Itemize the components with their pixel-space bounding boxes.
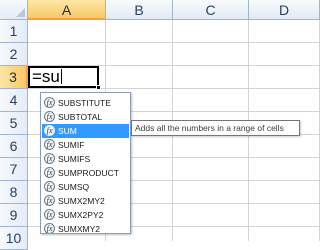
select-all-button[interactable] xyxy=(0,0,28,20)
column-header-a[interactable]: A xyxy=(28,0,106,20)
autocomplete-item[interactable]: fx SUMX2PY2 xyxy=(42,208,129,222)
function-name: SUMPRODUCT xyxy=(58,168,119,178)
function-name: SUMX2MY2 xyxy=(58,196,105,206)
function-icon: fx xyxy=(44,111,55,122)
column-header-b[interactable]: B xyxy=(106,0,173,20)
function-autocomplete-list[interactable]: fx SUBSTITUTE fx SUBTOTAL fx SUM fx SUMIF fx… xyxy=(40,92,131,234)
autocomplete-item[interactable]: fx SUMIFS xyxy=(42,152,129,166)
autocomplete-item[interactable]: fx SUMXMY2 xyxy=(42,222,129,233)
row-header-9[interactable]: 9 xyxy=(0,204,28,227)
row-header-7[interactable]: 7 xyxy=(0,158,28,181)
row-header-4[interactable]: 4 xyxy=(0,89,28,112)
active-cell-a3[interactable]: =su xyxy=(28,66,99,88)
function-icon: fx xyxy=(44,167,55,178)
autocomplete-item[interactable]: fx SUMIF xyxy=(42,138,129,152)
function-icon: fx xyxy=(44,181,55,192)
column-header-c[interactable]: C xyxy=(173,0,249,20)
function-icon: fx xyxy=(44,139,55,150)
function-icon: fx xyxy=(44,195,55,206)
function-icon: fx xyxy=(44,223,55,233)
cell-formula-text: =su xyxy=(32,67,60,86)
row-header-6[interactable]: 6 xyxy=(0,135,28,158)
function-name: SUMSQ xyxy=(58,182,90,192)
autocomplete-item[interactable]: fx SUBSTITUTE xyxy=(42,96,129,110)
autocomplete-item[interactable]: fx SUMPRODUCT xyxy=(42,166,129,180)
function-icon: fx xyxy=(44,125,55,136)
text-cursor xyxy=(60,69,62,84)
column-header-d[interactable]: D xyxy=(249,0,320,20)
autocomplete-item[interactable]: fx SUMX2MY2 xyxy=(42,194,129,208)
select-all-triangle-icon xyxy=(16,8,25,17)
row-header-8[interactable]: 8 xyxy=(0,181,28,204)
autocomplete-item[interactable]: fx SUMSQ xyxy=(42,180,129,194)
row-header-5[interactable]: 5 xyxy=(0,112,28,135)
row-header-3[interactable]: 3 xyxy=(0,66,28,89)
function-name: SUM xyxy=(58,126,77,136)
gridline xyxy=(28,42,320,43)
function-icon: fx xyxy=(44,97,55,108)
row-header-10[interactable]: 10 xyxy=(0,227,28,250)
fill-handle[interactable] xyxy=(96,85,101,90)
row-header-1[interactable]: 1 xyxy=(0,20,28,43)
function-name: SUBTOTAL xyxy=(58,112,103,122)
function-name: SUBSTITUTE xyxy=(58,98,111,108)
function-icon: fx xyxy=(44,153,55,164)
autocomplete-item-selected[interactable]: fx SUM xyxy=(42,124,129,138)
function-description-tooltip: Adds all the numbers in a range of cells xyxy=(131,120,300,136)
function-icon: fx xyxy=(44,209,55,220)
function-name: SUMIFS xyxy=(58,154,91,164)
gridline xyxy=(28,88,320,89)
spreadsheet: A B C D 1 2 3 4 5 6 7 8 9 10 =su fx SUBST… xyxy=(0,0,320,250)
autocomplete-item[interactable]: fx SUBTOTAL xyxy=(42,110,129,124)
function-name: SUMIF xyxy=(58,140,85,150)
function-name: SUMX2PY2 xyxy=(58,210,104,220)
row-header-2[interactable]: 2 xyxy=(0,43,28,66)
function-name: SUMXMY2 xyxy=(58,224,101,233)
